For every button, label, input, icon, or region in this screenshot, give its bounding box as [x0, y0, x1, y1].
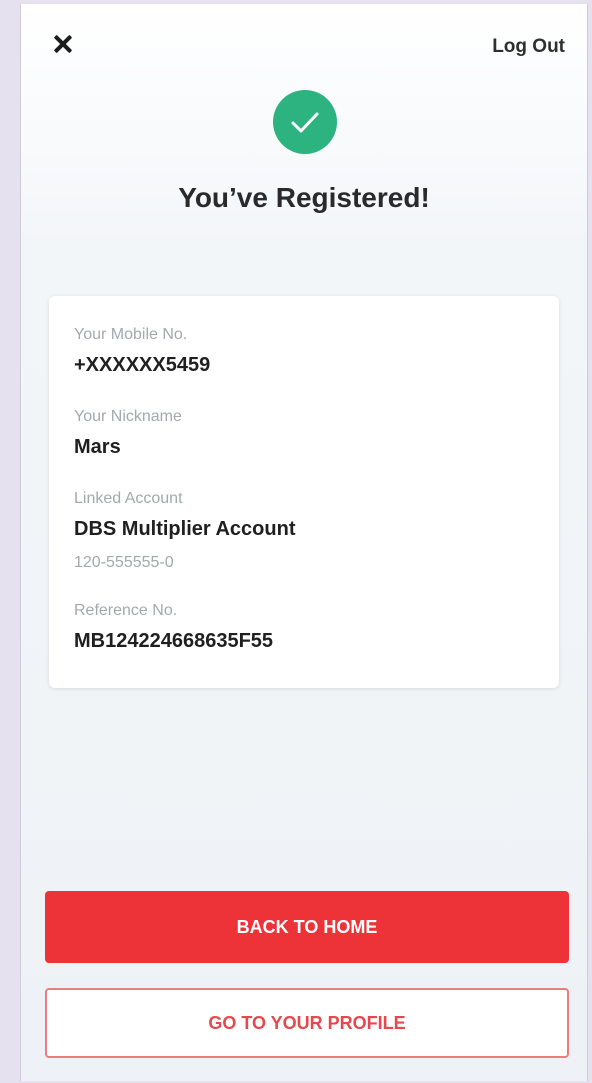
- logout-link[interactable]: Log Out: [492, 36, 565, 58]
- nickname-value: Mars: [74, 436, 121, 458]
- mobile-value: +XXXXXX5459: [74, 354, 211, 376]
- mobile-label: Your Mobile No.: [74, 326, 188, 343]
- page-title: You’ve Registered!: [178, 182, 430, 213]
- go-to-profile-button[interactable]: GO TO YOUR PROFILE: [45, 988, 569, 1058]
- reference-label: Reference No.: [74, 602, 178, 619]
- checkmark-icon: [273, 90, 337, 154]
- linked-account-number: 120-555555-0: [74, 554, 174, 571]
- close-icon[interactable]: [49, 30, 77, 58]
- reference-value: MB124224668635F55: [74, 630, 274, 652]
- registration-details-card: Your Mobile No. +XXXXXX5459 Your Nicknam…: [49, 296, 559, 688]
- nickname-label: Your Nickname: [74, 408, 182, 425]
- app-screen: Log Out You’ve Registered! Your Mobile N…: [20, 4, 588, 1081]
- linked-account-label: Linked Account: [74, 490, 183, 507]
- linked-account-name: DBS Multiplier Account: [74, 518, 296, 540]
- back-to-home-button[interactable]: BACK TO HOME: [45, 891, 569, 963]
